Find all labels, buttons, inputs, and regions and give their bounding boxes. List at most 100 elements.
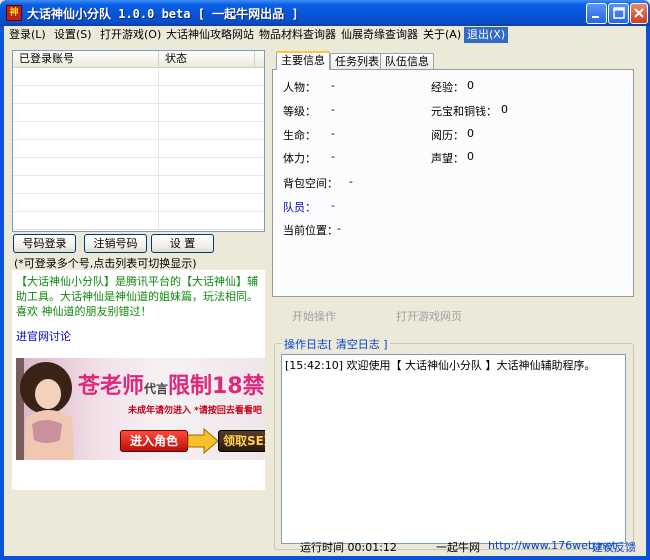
field-label: 体力： <box>283 152 316 165</box>
window-title: 大话神仙小分队 1.0.0 beta [ 一起牛网出品 ] <box>27 7 299 21</box>
account-list[interactable]: 已登录账号 状态 <box>12 50 265 232</box>
app-window: 神 大话神仙小分队 1.0.0 beta [ 一起牛网出品 ] 登录(L) 设置… <box>0 0 650 560</box>
clear-log-link[interactable]: 清空日志 <box>336 338 380 351</box>
field-label: 生命： <box>283 129 316 142</box>
arrow-right-icon <box>187 427 219 455</box>
field-label: 等级： <box>283 105 316 118</box>
table-row[interactable] <box>13 159 264 176</box>
menu-item-query[interactable]: 物品材料查询器 <box>256 27 339 43</box>
log-title: 操作日志 <box>284 338 328 351</box>
menu-settings[interactable]: 设置(S) <box>51 27 95 43</box>
field-fame: 声望： 0 <box>431 150 474 166</box>
table-row[interactable] <box>13 105 264 122</box>
banner-headline-c: 限制18禁 <box>168 374 265 399</box>
field-label: 元宝和铜钱： <box>431 105 497 118</box>
field-value: 0 <box>467 79 474 92</box>
field-members[interactable]: 队员： - <box>283 199 335 215</box>
log-group-title: 操作日志[ 清空日志 ] <box>282 336 390 352</box>
ad-banner[interactable]: 苍老师代言限制18禁 未成年请勿进入 *请按回去看看吧 进入角色 领取SEX礼包 <box>16 358 265 460</box>
field-value: - <box>337 222 341 235</box>
banner-enter-button[interactable]: 进入角色 <box>120 430 188 452</box>
table-row[interactable] <box>13 87 264 104</box>
discuss-link[interactable]: 进官网讨论 <box>16 328 71 344</box>
table-row[interactable] <box>13 141 264 158</box>
field-hp: 生命： - <box>283 127 335 143</box>
banner-headline-a: 苍老师 <box>78 374 145 399</box>
account-list-header: 已登录账号 状态 <box>13 51 264 68</box>
info-tabs: 主要信息 任务列表 队伍信息 <box>272 51 650 70</box>
field-value: - <box>331 150 335 163</box>
menu-about[interactable]: 关于(A) <box>420 27 464 43</box>
field-stamina: 体力： - <box>283 150 335 166</box>
description-text: 【大话神仙小分队】是腾讯平台的【大话神仙】辅助工具。大话神仙是神仙道的姐妹篇，玩… <box>16 275 258 318</box>
field-value: 0 <box>501 103 508 116</box>
field-bag: 背包空间： - <box>283 175 353 191</box>
column-status[interactable]: 状态 <box>159 51 255 68</box>
tab-task-list[interactable]: 任务列表 <box>330 53 384 69</box>
maximize-button[interactable] <box>608 3 629 24</box>
menu-login[interactable]: 登录(L) <box>6 27 49 43</box>
close-button[interactable] <box>630 3 648 24</box>
menu-adventure-query[interactable]: 仙展奇缘查询器 <box>338 27 421 43</box>
banner-headline: 苍老师代言限制18禁 <box>78 368 265 400</box>
status-bar: 运行时间 00:01:12 一起牛网 http://www.176web.net… <box>4 536 646 556</box>
minimize-icon <box>592 16 599 18</box>
field-value: 0 <box>467 127 474 140</box>
field-value: - <box>331 127 335 140</box>
field-label: 阅历： <box>431 129 464 142</box>
account-rows <box>13 69 264 231</box>
log-line: [15:42:10] 欢迎使用【 大话神仙小分队 】大话神仙辅助程序。 <box>285 359 596 372</box>
field-value: - <box>331 199 335 212</box>
title-bar[interactable]: 神 大话神仙小分队 1.0.0 beta [ 一起牛网出品 ] <box>0 0 650 26</box>
table-row[interactable] <box>13 213 264 230</box>
login-button[interactable]: 号码登录 <box>13 234 76 253</box>
tab-main-info[interactable]: 主要信息 <box>276 51 330 70</box>
start-action-button[interactable]: 开始操作 <box>292 308 336 324</box>
maximize-icon <box>613 7 625 19</box>
description-panel: 【大话神仙小分队】是腾讯平台的【大话神仙】辅助工具。大话神仙是神仙道的姐妹篇，玩… <box>12 270 265 490</box>
table-row[interactable] <box>13 195 264 212</box>
field-label: 人物： <box>283 81 316 94</box>
table-row[interactable] <box>13 69 264 86</box>
banner-headline-b: 代言 <box>144 382 169 396</box>
open-game-page-button[interactable]: 打开游戏网页 <box>396 308 462 324</box>
field-label: 经验： <box>431 81 464 94</box>
menu-open-game[interactable]: 打开游戏(O) <box>97 27 164 43</box>
table-row[interactable] <box>13 123 264 140</box>
field-value: - <box>331 79 335 92</box>
close-icon <box>634 8 644 18</box>
table-row[interactable] <box>13 177 264 194</box>
field-location: 当前位置： - <box>283 222 341 238</box>
menu-exit[interactable]: 退出(X) <box>464 27 509 43</box>
menu-bar: 登录(L) 设置(S) 打开游戏(O) 大话神仙攻略网站 物品材料查询器 仙展奇… <box>4 26 646 44</box>
field-value: - <box>349 175 353 188</box>
runtime-text: 运行时间 00:01:12 <box>300 541 397 554</box>
field-label: 当前位置： <box>283 224 338 237</box>
field-label: 队员： <box>283 201 316 214</box>
feedback-link[interactable]: 建议反馈 <box>592 539 636 555</box>
field-history: 阅历： 0 <box>431 127 474 143</box>
settings-button[interactable]: 设 置 <box>151 234 214 253</box>
field-money: 元宝和铜钱： 0 <box>431 103 508 119</box>
field-value: 0 <box>467 150 474 163</box>
logout-button[interactable]: 注销号码 <box>84 234 147 253</box>
field-label: 声望： <box>431 152 464 165</box>
brand-text: 一起牛网 <box>436 541 480 554</box>
minimize-button[interactable] <box>586 3 607 24</box>
field-exp: 经验： 0 <box>431 79 474 95</box>
log-bracket-close: ] <box>383 338 388 351</box>
client-area: 登录(L) 设置(S) 打开游戏(O) 大话神仙攻略网站 物品材料查询器 仙展奇… <box>4 26 646 556</box>
banner-subline: 未成年请勿进入 *请按回去看看吧 <box>128 406 262 416</box>
main-info-panel: 人物： - 等级： - 生命： - 体力： - 经验： 0 元宝和铜钱： 0 阅历： 0 声望… <box>272 69 634 297</box>
column-account[interactable]: 已登录账号 <box>13 51 159 68</box>
field-value: - <box>331 103 335 116</box>
hint-text: (*可登录多个号,点击列表可切换显示) <box>14 257 197 270</box>
log-bracket-open: [ <box>328 338 333 351</box>
tab-team-info[interactable]: 队伍信息 <box>380 53 434 69</box>
app-icon: 神 <box>6 5 22 21</box>
banner-gift-button[interactable]: 领取SEX礼包 <box>218 430 265 452</box>
field-label: 背包空间： <box>283 177 338 190</box>
field-character: 人物： - <box>283 79 335 95</box>
menu-guide-site[interactable]: 大话神仙攻略网站 <box>163 27 257 43</box>
log-textarea[interactable]: [15:42:10] 欢迎使用【 大话神仙小分队 】大话神仙辅助程序。 <box>281 354 626 544</box>
